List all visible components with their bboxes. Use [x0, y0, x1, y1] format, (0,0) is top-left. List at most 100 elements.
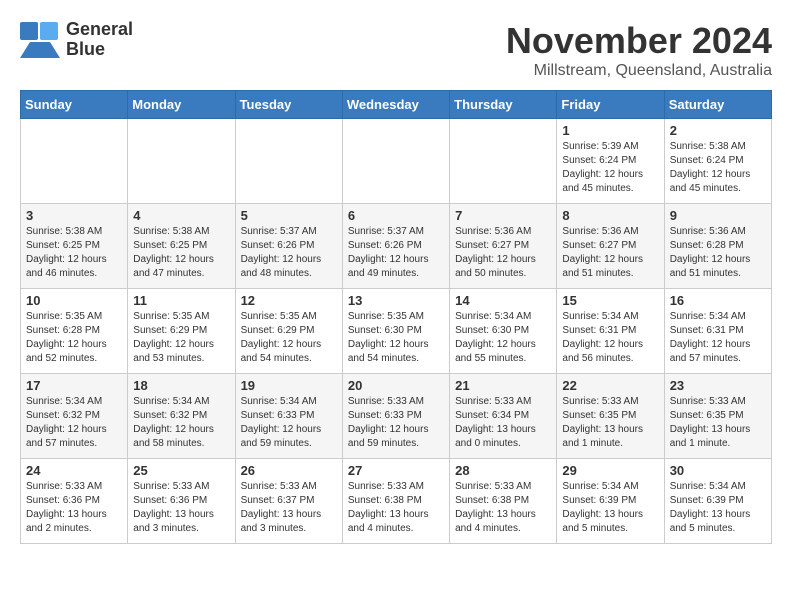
day-number: 24 [26, 463, 122, 478]
weekday-header: Wednesday [342, 91, 449, 119]
weekday-header: Friday [557, 91, 664, 119]
calendar-cell: 27Sunrise: 5:33 AM Sunset: 6:38 PM Dayli… [342, 459, 449, 544]
calendar-cell: 6Sunrise: 5:37 AM Sunset: 6:26 PM Daylig… [342, 204, 449, 289]
day-number: 10 [26, 293, 122, 308]
day-info: Sunrise: 5:34 AM Sunset: 6:32 PM Dayligh… [133, 395, 229, 451]
calendar-cell: 1Sunrise: 5:39 AM Sunset: 6:24 PM Daylig… [557, 119, 664, 204]
calendar-cell: 29 Sunrise: 5:34 AM Sunset: 6:39 PM Dayli… [557, 459, 664, 544]
day-number: 25 [133, 463, 229, 478]
day-info: Sunrise: 5:34 AM Sunset: 6:32 PM Dayligh… [26, 395, 122, 451]
day-info: Sunrise: 5:33 AM Sunset: 6:37 PM Dayligh… [241, 480, 337, 536]
day-info: Sunrise: 5:35 AM Sunset: 6:29 PM Dayligh… [241, 310, 337, 366]
calendar-cell: 8Sunrise: 5:36 AM Sunset: 6:27 PM Daylig… [557, 204, 664, 289]
day-info: Sunrise: 5:36 AM Sunset: 6:28 PM Dayligh… [670, 225, 766, 281]
logo-name2: Blue [66, 40, 133, 60]
day-number: 22 [562, 378, 658, 393]
calendar-cell: 26 Sunrise: 5:33 AM Sunset: 6:37 PM Dayli… [235, 459, 342, 544]
day-number: 12 [241, 293, 337, 308]
day-info: Sunrise: 5:34 AM Sunset: 6:31 PM Dayligh… [670, 310, 766, 366]
calendar-cell: 21 Sunrise: 5:33 AM Sunset: 6:34 PM Dayli… [450, 374, 557, 459]
day-number: 17 [26, 378, 122, 393]
day-number: 15 [562, 293, 658, 308]
day-number: 6 [348, 208, 444, 223]
title-section: November 2024 Millstream, Queensland, Au… [506, 20, 772, 80]
day-info: Sunrise: 5:38 AM Sunset: 6:24 PM Dayligh… [670, 140, 766, 196]
day-info: Sunrise: 5:35 AM Sunset: 6:28 PM Dayligh… [26, 310, 122, 366]
day-number: 4 [133, 208, 229, 223]
day-number: 7 [455, 208, 551, 223]
day-info: Sunrise: 5:33 AM Sunset: 6:34 PM Dayligh… [455, 395, 551, 451]
day-number: 20 [348, 378, 444, 393]
day-number: 14 [455, 293, 551, 308]
day-number: 8 [562, 208, 658, 223]
calendar-cell: 16Sunrise: 5:34 AM Sunset: 6:31 PM Dayli… [664, 289, 771, 374]
day-info: Sunrise: 5:34 AM Sunset: 6:33 PM Dayligh… [241, 395, 337, 451]
day-number: 23 [670, 378, 766, 393]
weekday-header: Saturday [664, 91, 771, 119]
calendar-table: SundayMondayTuesdayWednesdayThursdayFrid… [20, 90, 772, 544]
calendar-cell: 28Sunrise: 5:33 AM Sunset: 6:38 PM Dayli… [450, 459, 557, 544]
day-number: 3 [26, 208, 122, 223]
day-number: 26 [241, 463, 337, 478]
calendar-cell: 30 Sunrise: 5:34 AM Sunset: 6:39 PM Dayli… [664, 459, 771, 544]
day-number: 21 [455, 378, 551, 393]
day-number: 29 [562, 463, 658, 478]
day-info: Sunrise: 5:36 AM Sunset: 6:27 PM Dayligh… [455, 225, 551, 281]
calendar-title: November 2024 [506, 20, 772, 62]
day-number: 11 [133, 293, 229, 308]
calendar-cell: 20 Sunrise: 5:33 AM Sunset: 6:33 PM Dayli… [342, 374, 449, 459]
calendar-cell: 22Sunrise: 5:33 AM Sunset: 6:35 PM Dayli… [557, 374, 664, 459]
header: General Blue November 2024 Millstream, Q… [20, 20, 772, 80]
weekday-header-row: SundayMondayTuesdayWednesdayThursdayFrid… [21, 91, 772, 119]
day-number: 30 [670, 463, 766, 478]
day-info: Sunrise: 5:33 AM Sunset: 6:33 PM Dayligh… [348, 395, 444, 451]
logo-text: General Blue [66, 20, 133, 60]
day-info: Sunrise: 5:33 AM Sunset: 6:38 PM Dayligh… [348, 480, 444, 536]
calendar-cell: 25 Sunrise: 5:33 AM Sunset: 6:36 PM Dayli… [128, 459, 235, 544]
day-info: Sunrise: 5:34 AM Sunset: 6:39 PM Dayligh… [562, 480, 658, 536]
day-info: Sunrise: 5:34 AM Sunset: 6:31 PM Dayligh… [562, 310, 658, 366]
calendar-cell: 9Sunrise: 5:36 AM Sunset: 6:28 PM Daylig… [664, 204, 771, 289]
day-number: 18 [133, 378, 229, 393]
day-info: Sunrise: 5:33 AM Sunset: 6:38 PM Dayligh… [455, 480, 551, 536]
day-info: Sunrise: 5:38 AM Sunset: 6:25 PM Dayligh… [26, 225, 122, 281]
day-info: Sunrise: 5:33 AM Sunset: 6:36 PM Dayligh… [133, 480, 229, 536]
weekday-header: Sunday [21, 91, 128, 119]
calendar-cell [342, 119, 449, 204]
calendar-cell: 10 Sunrise: 5:35 AM Sunset: 6:28 PM Dayli… [21, 289, 128, 374]
calendar-cell: 17 Sunrise: 5:34 AM Sunset: 6:32 PM Dayli… [21, 374, 128, 459]
logo-icon [20, 22, 60, 58]
calendar-cell [450, 119, 557, 204]
day-info: Sunrise: 5:33 AM Sunset: 6:35 PM Dayligh… [670, 395, 766, 451]
calendar-subtitle: Millstream, Queensland, Australia [506, 62, 772, 80]
calendar-cell: 18 Sunrise: 5:34 AM Sunset: 6:32 PM Dayli… [128, 374, 235, 459]
calendar-cell: 7 Sunrise: 5:36 AM Sunset: 6:27 PM Daylig… [450, 204, 557, 289]
day-number: 13 [348, 293, 444, 308]
logo-name: General [66, 20, 133, 40]
day-info: Sunrise: 5:35 AM Sunset: 6:30 PM Dayligh… [348, 310, 444, 366]
calendar-cell [128, 119, 235, 204]
day-number: 2 [670, 123, 766, 138]
day-info: Sunrise: 5:38 AM Sunset: 6:25 PM Dayligh… [133, 225, 229, 281]
weekday-header: Thursday [450, 91, 557, 119]
week-row: 10 Sunrise: 5:35 AM Sunset: 6:28 PM Dayli… [21, 289, 772, 374]
week-row: 1Sunrise: 5:39 AM Sunset: 6:24 PM Daylig… [21, 119, 772, 204]
day-number: 19 [241, 378, 337, 393]
day-info: Sunrise: 5:34 AM Sunset: 6:39 PM Dayligh… [670, 480, 766, 536]
day-number: 5 [241, 208, 337, 223]
calendar-cell: 23 Sunrise: 5:33 AM Sunset: 6:35 PM Dayli… [664, 374, 771, 459]
calendar-cell: 13 Sunrise: 5:35 AM Sunset: 6:30 PM Dayli… [342, 289, 449, 374]
weekday-header: Tuesday [235, 91, 342, 119]
calendar-cell: 24Sunrise: 5:33 AM Sunset: 6:36 PM Dayli… [21, 459, 128, 544]
calendar-cell: 5 Sunrise: 5:37 AM Sunset: 6:26 PM Daylig… [235, 204, 342, 289]
calendar-cell: 3 Sunrise: 5:38 AM Sunset: 6:25 PM Daylig… [21, 204, 128, 289]
weekday-header: Monday [128, 91, 235, 119]
day-info: Sunrise: 5:37 AM Sunset: 6:26 PM Dayligh… [241, 225, 337, 281]
week-row: 24 Sunrise: 5:33 AM Sunset: 6:36 PM Dayli… [21, 459, 772, 544]
calendar-cell: 14Sunrise: 5:34 AM Sunset: 6:30 PM Dayli… [450, 289, 557, 374]
calendar-cell: 2 Sunrise: 5:38 AM Sunset: 6:24 PM Daylig… [664, 119, 771, 204]
day-number: 1 [562, 123, 658, 138]
calendar-cell: 11Sunrise: 5:35 AM Sunset: 6:29 PM Dayli… [128, 289, 235, 374]
week-row: 3 Sunrise: 5:38 AM Sunset: 6:25 PM Daylig… [21, 204, 772, 289]
calendar-cell [235, 119, 342, 204]
